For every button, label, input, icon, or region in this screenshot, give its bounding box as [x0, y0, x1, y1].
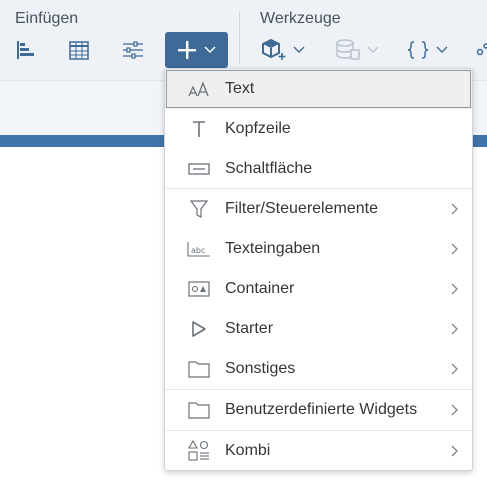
database-icon — [336, 39, 360, 60]
menu-item-label: Starter — [225, 320, 274, 337]
chevron-down-icon — [293, 46, 305, 53]
plus-icon — [177, 41, 196, 59]
play-icon — [187, 317, 211, 341]
chevron-right-icon — [451, 404, 458, 416]
more-tools-icon[interactable] — [474, 40, 487, 60]
insert-widget-menu: Text Kopfzeile Schaltfläche Filter/Steue… — [164, 68, 473, 471]
chevron-right-icon — [451, 283, 458, 295]
curly-braces-icon — [407, 41, 429, 59]
chevron-right-icon — [451, 363, 458, 375]
cube-add-icon — [262, 39, 286, 60]
menu-item-label: Benutzerdefinierte Widgets — [225, 401, 418, 418]
chevron-right-icon — [451, 323, 458, 335]
shapes-icon — [187, 439, 211, 463]
menu-item-label: Container — [225, 280, 295, 297]
menu-item-text-inputs[interactable]: abc Texteingaben — [165, 229, 472, 269]
chevron-down-icon — [203, 46, 216, 54]
menu-item-combo[interactable]: Kombi — [165, 431, 472, 471]
svg-text:abc: abc — [191, 246, 205, 255]
chart-icon[interactable] — [15, 40, 37, 60]
menu-item-heading[interactable]: Kopfzeile — [165, 109, 472, 149]
menu-item-container[interactable]: Container — [165, 269, 472, 309]
folder-icon — [187, 398, 211, 422]
table-icon[interactable] — [68, 40, 90, 60]
chevron-right-icon — [451, 445, 458, 457]
menu-item-label: Kopfzeile — [225, 120, 291, 137]
model-tools-button[interactable] — [258, 38, 308, 62]
menu-item-text[interactable]: Text — [165, 69, 472, 109]
input-control-icon[interactable] — [122, 40, 144, 60]
menu-item-starter[interactable]: Starter — [165, 309, 472, 349]
insert-group-title: Einfügen — [15, 10, 79, 27]
text-input-icon: abc — [187, 237, 211, 261]
button-icon — [187, 157, 211, 181]
text-size-icon — [187, 77, 211, 101]
menu-item-label: Texteingaben — [225, 240, 321, 257]
tools-group-title: Werkzeuge — [260, 10, 341, 27]
toolbar-divider — [239, 12, 240, 64]
menu-item-label: Kombi — [225, 442, 271, 459]
chevron-right-icon — [451, 203, 458, 215]
container-icon — [187, 277, 211, 301]
filter-icon — [187, 197, 211, 221]
menu-item-other[interactable]: Sonstiges — [165, 349, 472, 389]
chevron-down-icon — [367, 46, 379, 53]
chevron-down-icon — [436, 46, 448, 53]
menu-item-label: Sonstiges — [225, 360, 296, 377]
folder-icon — [187, 357, 211, 381]
menu-item-label: Text — [225, 80, 255, 97]
menu-item-button[interactable]: Schaltfläche — [165, 149, 472, 189]
data-tools-button — [332, 38, 382, 62]
script-tools-button[interactable] — [404, 38, 450, 62]
menu-item-filter-controls[interactable]: Filter/Steuerelemente — [165, 189, 472, 229]
chevron-right-icon — [451, 243, 458, 255]
menu-item-custom-widgets[interactable]: Benutzerdefinierte Widgets — [165, 390, 472, 430]
heading-icon — [187, 117, 211, 141]
menu-item-label: Schaltfläche — [225, 160, 313, 177]
add-widget-button[interactable] — [165, 32, 228, 68]
menu-item-label: Filter/Steuerelemente — [225, 200, 378, 217]
